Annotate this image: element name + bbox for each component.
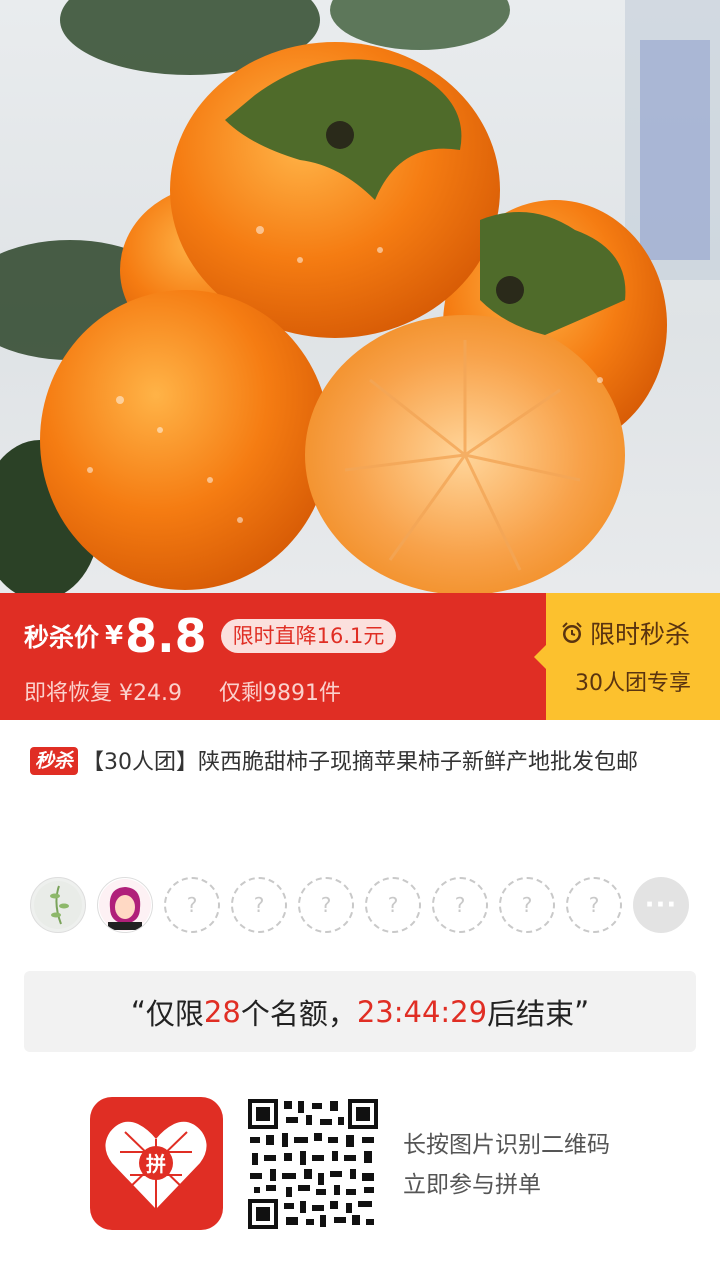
alarm-clock-icon — [560, 621, 584, 645]
countdown-box: “ 仅限 28 个名额， 23:44:29 后结束 ” — [24, 971, 696, 1052]
quote-open: “ — [130, 994, 146, 1029]
empty-member-slot: ? — [365, 877, 421, 933]
flash-sale-panel: 限时秒杀 30人团专享 — [534, 593, 720, 720]
qr-code[interactable] — [246, 1097, 380, 1231]
countdown-timer: 23:44:29 — [356, 994, 488, 1029]
currency-symbol: ¥ — [105, 621, 124, 651]
flash-sale-title: 限时秒杀 — [590, 620, 691, 649]
member-avatar — [30, 877, 86, 933]
price-value: 8.8 — [125, 609, 207, 663]
flash-sale-badge: 秒杀 — [30, 747, 79, 775]
price-panel: 秒杀价 ¥ 8.8 限时直降16.1元 即将恢复 ¥24.9 仅剩9891件 — [0, 593, 546, 720]
qr-instruction-line2: 立即参与拼单 — [403, 1172, 541, 1198]
countdown-prefix: 仅限 — [145, 996, 204, 1031]
empty-member-slot: ? — [432, 877, 488, 933]
restore-price-text: 即将恢复 ¥24.9 — [24, 681, 182, 706]
member-avatar — [97, 877, 153, 933]
remaining-quota: 28 — [203, 994, 241, 1029]
empty-member-slot: ? — [231, 877, 287, 933]
app-logo-char: 拼 — [146, 1152, 166, 1176]
price-drop-tag: 限时直降16.1元 — [220, 619, 397, 653]
empty-member-slot: ? — [164, 877, 220, 933]
quote-close: ” — [574, 994, 590, 1029]
group-members-row: ? ? ? ? ? ? ? ··· — [30, 877, 700, 935]
share-poster: 秒杀价 ¥ 8.8 限时直降16.1元 即将恢复 ¥24.9 仅剩9891件 限… — [0, 0, 720, 1281]
product-title-block: 秒杀 【30人团】陕西脆甜柿子现摘苹果柿子新鲜产地批发包邮 — [30, 745, 690, 781]
qr-instructions: 长按图片识别二维码 立即参与拼单 — [403, 1125, 610, 1205]
pinduoduo-app-icon: 拼 — [90, 1097, 223, 1230]
price-label: 秒杀价 — [24, 623, 100, 652]
product-image — [0, 0, 720, 593]
price-banner: 秒杀价 ¥ 8.8 限时直降16.1元 即将恢复 ¥24.9 仅剩9891件 限… — [0, 593, 720, 720]
countdown-suffix: 后结束 — [487, 996, 575, 1031]
stock-remaining-text: 仅剩9891件 — [218, 681, 341, 706]
product-title: 【30人团】陕西脆甜柿子现摘苹果柿子新鲜产地批发包邮 — [82, 750, 639, 775]
countdown-middle: 个名额， — [240, 996, 357, 1031]
empty-member-slot: ? — [298, 877, 354, 933]
empty-member-slot: ? — [499, 877, 555, 933]
more-members-icon[interactable]: ··· — [633, 877, 689, 933]
flash-sale-subtitle: 30人团专享 — [575, 671, 691, 696]
qr-instruction-line1: 长按图片识别二维码 — [403, 1132, 610, 1158]
empty-member-slot: ? — [566, 877, 622, 933]
